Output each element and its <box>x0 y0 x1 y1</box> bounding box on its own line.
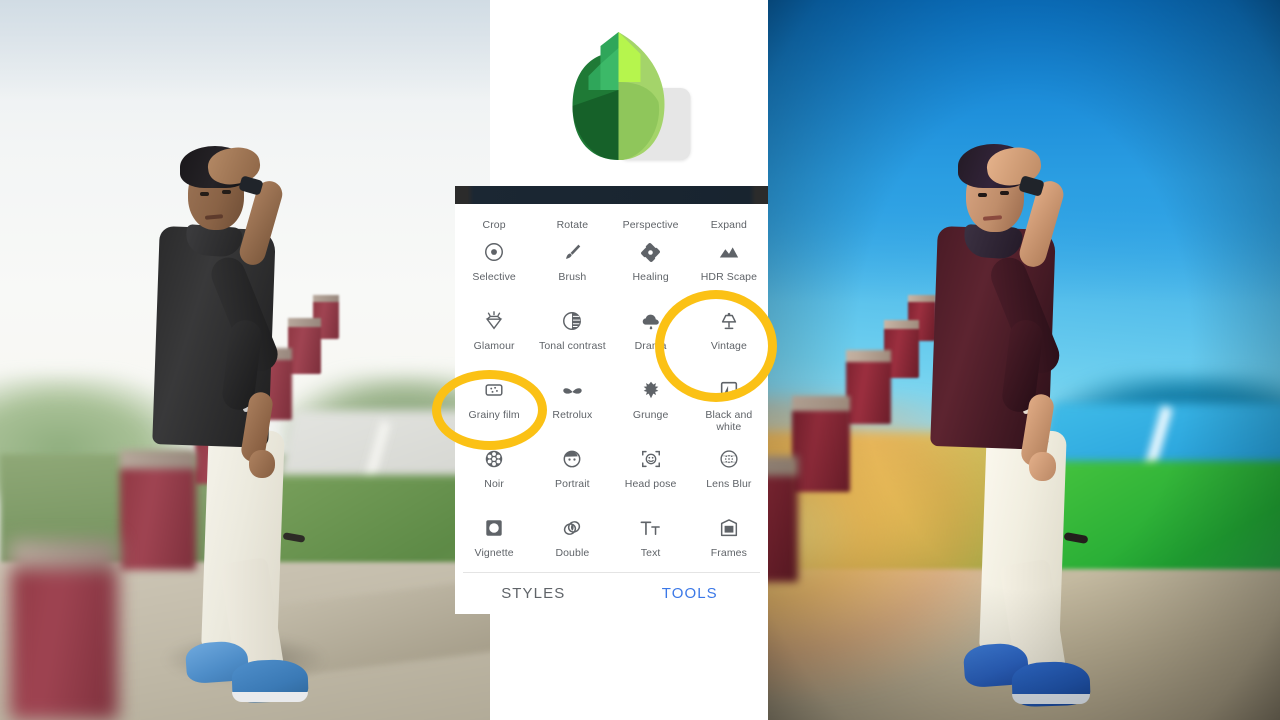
tool-vintage[interactable]: Vintage <box>690 300 768 369</box>
tool-brush[interactable]: Brush <box>533 231 611 300</box>
tool-label: Expand <box>710 219 747 231</box>
tool-label: Vintage <box>710 340 747 352</box>
tool-label: Text <box>640 547 661 559</box>
tool-black-and-white[interactable]: Black and white <box>690 369 768 438</box>
tool-label: Double <box>555 547 590 559</box>
tool-label: Healing <box>632 271 669 283</box>
tool-label: HDR Scape <box>700 271 758 283</box>
tool-label: Crop <box>482 219 506 231</box>
lens-blur-icon <box>717 447 741 471</box>
tool-double-exposure[interactable]: Double <box>533 507 611 576</box>
frames-icon <box>717 516 741 540</box>
tool-label: Retrolux <box>552 409 593 421</box>
double-exposure-icon <box>560 516 584 540</box>
snapseed-tools-panel: Crop Rotate Perspective Expand Selective <box>455 186 768 614</box>
tool-label: Grunge <box>632 409 669 421</box>
tool-rotate[interactable]: Rotate <box>533 204 611 231</box>
tool-grainy-film[interactable]: Grainy film <box>455 369 533 438</box>
tool-crop[interactable]: Crop <box>455 204 533 231</box>
tool-label: Drama <box>634 340 667 352</box>
tool-glamour[interactable]: Glamour <box>455 300 533 369</box>
tool-lens-blur[interactable]: Lens Blur <box>690 438 768 507</box>
tool-label: Grainy film <box>468 409 520 421</box>
tool-text[interactable]: Text <box>612 507 690 576</box>
tool-head-pose[interactable]: Head pose <box>612 438 690 507</box>
tool-perspective[interactable]: Perspective <box>612 204 690 231</box>
vignette-overlay <box>768 0 1280 720</box>
tool-label: Rotate <box>556 219 589 231</box>
head-pose-icon <box>639 447 663 471</box>
tool-label: Brush <box>558 271 587 283</box>
tool-vignette[interactable]: Vignette <box>455 507 533 576</box>
tool-label: Tonal contrast <box>538 340 606 352</box>
tool-label: Lens Blur <box>706 478 752 490</box>
after-photo <box>768 0 1280 720</box>
vignette-icon <box>482 516 506 540</box>
tool-label: Head pose <box>624 478 677 490</box>
drama-cloud-icon <box>639 309 663 333</box>
tool-grunge[interactable]: Grunge <box>612 369 690 438</box>
bottom-tabs: STYLES TOOLS <box>455 573 768 614</box>
tool-healing[interactable]: Healing <box>612 231 690 300</box>
tool-label: Frames <box>710 547 747 559</box>
tool-drama[interactable]: Drama <box>612 300 690 369</box>
snapseed-logo <box>567 30 692 162</box>
retrolux-moustache-icon <box>560 378 584 402</box>
hand-lowered <box>249 450 275 478</box>
eye <box>222 190 231 194</box>
tool-label: Portrait <box>555 478 590 490</box>
tool-selective[interactable]: Selective <box>455 231 533 300</box>
tool-frames[interactable]: Frames <box>690 507 768 576</box>
screenshot-root: Crop Rotate Perspective Expand Selective <box>0 0 1280 720</box>
tool-portrait[interactable]: Portrait <box>533 438 611 507</box>
tool-label: Black and white <box>705 409 753 433</box>
tool-expand[interactable]: Expand <box>690 204 768 231</box>
black-and-white-icon <box>717 378 741 402</box>
shoe-sole <box>232 692 308 702</box>
eye <box>200 192 209 196</box>
tool-retrolux[interactable]: Retrolux <box>533 369 611 438</box>
tonal-contrast-icon <box>560 309 584 333</box>
tool-label: Glamour <box>473 340 515 352</box>
snapseed-leaf-logo <box>572 32 665 160</box>
tab-tools[interactable]: TOOLS <box>612 573 769 614</box>
tools-grid: Crop Rotate Perspective Expand Selective <box>455 204 768 576</box>
tool-label: Selective <box>472 271 516 283</box>
tool-label: Perspective <box>622 219 679 231</box>
tab-styles[interactable]: STYLES <box>455 573 612 614</box>
tool-tonal-contrast[interactable]: Tonal contrast <box>533 300 611 369</box>
grainy-film-icon <box>482 378 506 402</box>
grunge-icon <box>639 378 663 402</box>
trouser-rip <box>282 532 306 543</box>
app-logo-area <box>490 0 768 192</box>
noir-film-reel-icon <box>482 447 506 471</box>
before-photo <box>0 0 490 720</box>
portrait-face-icon <box>560 447 584 471</box>
vintage-lamp-icon <box>717 309 741 333</box>
brush-icon <box>560 240 584 264</box>
tool-label: Noir <box>484 478 504 490</box>
person-figure-before <box>0 0 490 720</box>
hdr-scape-mountain-icon <box>717 240 741 264</box>
tool-noir[interactable]: Noir <box>455 438 533 507</box>
tool-hdr-scape[interactable]: HDR Scape <box>690 231 768 300</box>
selective-icon <box>482 240 506 264</box>
editor-toolbar-strip <box>455 186 768 204</box>
tool-label: Vignette <box>474 547 514 559</box>
healing-bandage-icon <box>639 240 663 264</box>
glamour-diamond-icon <box>482 309 506 333</box>
text-icon <box>639 516 663 540</box>
